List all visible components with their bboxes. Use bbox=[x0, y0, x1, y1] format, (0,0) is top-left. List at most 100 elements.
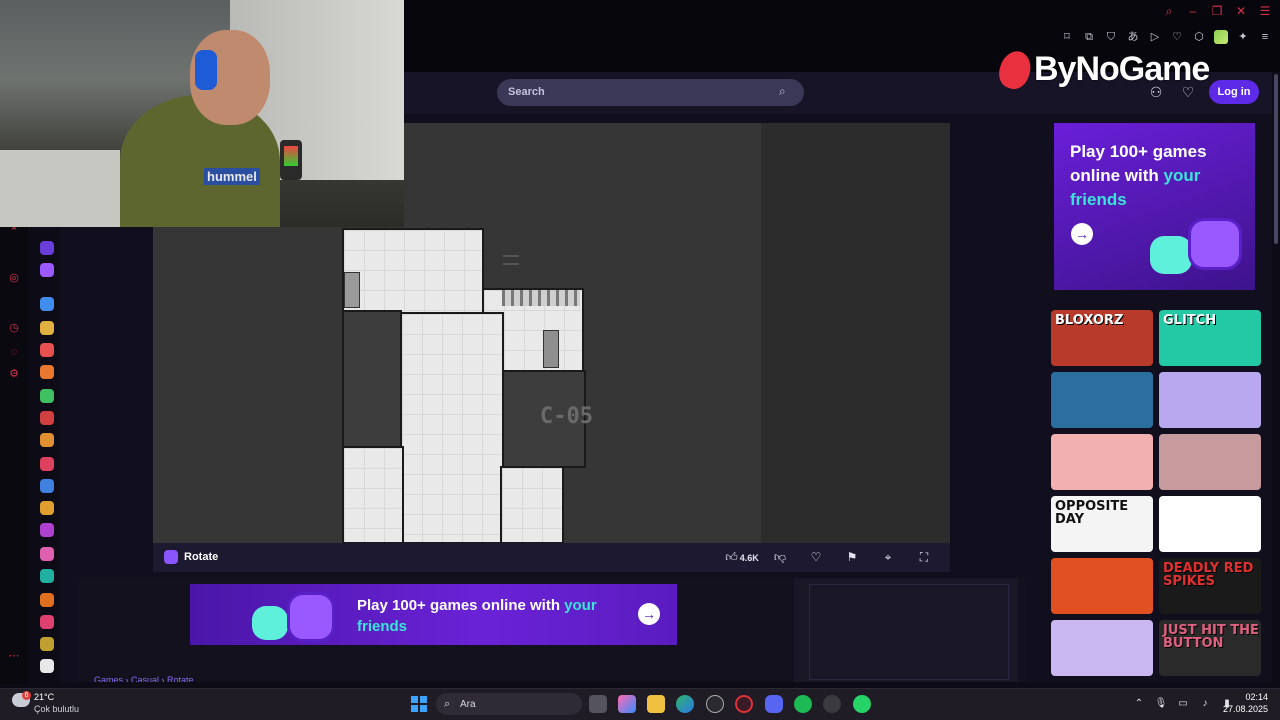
cube-icon[interactable]: ⬡ bbox=[1192, 30, 1206, 44]
category-car-icon[interactable] bbox=[40, 433, 54, 447]
weather-temperature[interactable]: 21°C bbox=[34, 692, 54, 702]
network-icon[interactable]: ▭ bbox=[1176, 697, 1190, 711]
category-multiplayer-icon[interactable] bbox=[40, 263, 54, 277]
theater-button[interactable]: ⌖ bbox=[870, 548, 906, 566]
discord-icon[interactable] bbox=[765, 695, 783, 713]
more-icon[interactable]: ⋯ bbox=[7, 649, 21, 663]
game-thumbnail[interactable] bbox=[1051, 434, 1153, 490]
game-thumbnail[interactable]: GLITCH bbox=[1159, 310, 1261, 366]
task-view-icon[interactable] bbox=[589, 695, 607, 713]
fullscreen-button[interactable]: ⛶ bbox=[906, 548, 942, 566]
mascot-icon bbox=[252, 606, 288, 640]
spotify-icon[interactable] bbox=[794, 695, 812, 713]
menu-icon[interactable]: ☰ bbox=[1258, 4, 1272, 18]
minimize-icon[interactable]: – bbox=[1186, 4, 1200, 18]
screenshot-icon[interactable]: ⧉ bbox=[1082, 30, 1096, 44]
exit-door bbox=[344, 272, 360, 308]
category-shooting-icon[interactable] bbox=[40, 411, 54, 425]
chat-icon[interactable]: ◌ bbox=[7, 345, 21, 359]
chevron-up-icon[interactable]: ⌃ bbox=[1132, 697, 1146, 711]
edge-icon[interactable] bbox=[676, 695, 694, 713]
heart-icon[interactable]: ♡ bbox=[1170, 30, 1184, 44]
weather-badge: 6 bbox=[22, 691, 31, 700]
arrow-right-icon[interactable]: → bbox=[1071, 223, 1093, 245]
category-gun-icon[interactable] bbox=[40, 637, 54, 651]
game-thumbnail[interactable] bbox=[1051, 558, 1153, 614]
category-girls-icon[interactable] bbox=[40, 547, 54, 561]
shield-icon[interactable]: ⛉ bbox=[1104, 30, 1118, 44]
category-puzzle-icon[interactable] bbox=[40, 569, 54, 583]
opera-gx-icon[interactable] bbox=[735, 695, 753, 713]
category-board-icon[interactable] bbox=[40, 593, 54, 607]
translate-icon[interactable]: あ bbox=[1126, 30, 1140, 44]
favorites-heart-icon[interactable]: ♡ bbox=[1178, 82, 1198, 102]
category-card-icon[interactable] bbox=[40, 457, 54, 471]
file-explorer-icon[interactable] bbox=[647, 695, 665, 713]
bookmark-icon[interactable]: ⌑ bbox=[1060, 30, 1074, 44]
level-floor-area bbox=[342, 446, 404, 544]
game-thumbnail[interactable] bbox=[1159, 496, 1261, 552]
taskbar-search[interactable] bbox=[436, 693, 582, 715]
category-sports-icon[interactable] bbox=[40, 365, 54, 379]
game-thumbnail[interactable]: JUST HIT THE BUTTON bbox=[1159, 620, 1261, 676]
whatsapp-icon[interactable] bbox=[853, 695, 871, 713]
clock-time[interactable]: 02:14 bbox=[1240, 692, 1268, 702]
category-sidebar bbox=[34, 225, 60, 685]
maximize-icon[interactable]: ❐ bbox=[1210, 4, 1224, 18]
game-thumbnail[interactable]: BLOXORZ bbox=[1051, 310, 1153, 366]
game-thumbnail[interactable]: DEADLY RED SPIKES bbox=[1159, 558, 1261, 614]
close-icon[interactable]: ✕ bbox=[1234, 4, 1248, 18]
report-button[interactable]: ⚑ bbox=[834, 548, 870, 566]
category-2player-icon[interactable] bbox=[40, 297, 54, 311]
category-io-icon[interactable] bbox=[40, 389, 54, 403]
menu-icon[interactable]: ≡ bbox=[1258, 30, 1272, 44]
dislike-button[interactable]: 👎︎ bbox=[762, 548, 798, 566]
window-controls: ⌕ – ❐ ✕ ☰ bbox=[1162, 4, 1272, 18]
windows-start-icon[interactable] bbox=[411, 696, 427, 712]
category-all-icon[interactable] bbox=[40, 241, 54, 255]
weather-description[interactable]: Çok bulutlu bbox=[34, 704, 79, 714]
copilot-icon[interactable] bbox=[618, 695, 636, 713]
puzzle-icon[interactable]: ✦ bbox=[1236, 30, 1250, 44]
category-adventure-icon[interactable] bbox=[40, 343, 54, 357]
category-music-icon[interactable] bbox=[40, 615, 54, 629]
game-thumbnail[interactable] bbox=[1159, 372, 1261, 428]
settings-icon[interactable]: ⚙ bbox=[7, 367, 21, 381]
chevron-up-icon[interactable]: ⌃ bbox=[7, 225, 21, 239]
game-thumbnail-label: BLOXORZ bbox=[1055, 313, 1124, 328]
ad-bottom-line2: friends bbox=[357, 618, 408, 635]
category-skill-icon[interactable] bbox=[40, 479, 54, 493]
friends-icon[interactable]: ⚇ bbox=[1146, 82, 1166, 102]
player-icon[interactable]: ◎ bbox=[7, 271, 21, 285]
search-icon[interactable]: ⌕ bbox=[1162, 4, 1176, 18]
game-thumbnail[interactable] bbox=[1051, 372, 1153, 428]
history-icon[interactable]: ◷ bbox=[7, 321, 21, 335]
game-thumbnail[interactable]: OPPOSITE DAY bbox=[1051, 496, 1153, 552]
category-action-icon[interactable] bbox=[40, 321, 54, 335]
category-arcade-icon[interactable] bbox=[40, 501, 54, 515]
steam-icon[interactable] bbox=[823, 695, 841, 713]
microphone-icon[interactable]: 🎙︎ bbox=[1154, 697, 1168, 711]
ad-bottom-text: Play 100+ games online with your friends bbox=[357, 595, 597, 637]
category-horror-icon[interactable] bbox=[40, 659, 54, 673]
dell-icon[interactable] bbox=[706, 695, 724, 713]
like-button[interactable]: 👍︎ 4.6K bbox=[722, 548, 762, 566]
clock-date[interactable]: 27.08.2025 bbox=[1222, 704, 1268, 714]
game-thumbnail[interactable] bbox=[1159, 434, 1261, 490]
game-thumbnail[interactable] bbox=[1051, 620, 1153, 676]
category-casual-icon[interactable] bbox=[40, 523, 54, 537]
game-logo-icon bbox=[164, 550, 178, 564]
game-title: Rotate bbox=[184, 551, 219, 563]
play-icon[interactable]: ▷ bbox=[1148, 30, 1162, 44]
arrow-right-icon[interactable]: → bbox=[638, 603, 660, 625]
crosshair-icon: ⌖ bbox=[884, 550, 892, 564]
likes-count: 4.6K bbox=[739, 553, 759, 563]
favorite-button[interactable]: ♡ bbox=[798, 548, 834, 566]
scrollbar-thumb[interactable] bbox=[1274, 74, 1278, 244]
login-button[interactable]: Log in bbox=[1209, 80, 1259, 104]
extension-icon[interactable] bbox=[1214, 30, 1228, 44]
game-thumbnail-label: JUST HIT THE BUTTON bbox=[1163, 623, 1259, 651]
volume-icon[interactable]: ♪ bbox=[1198, 697, 1212, 711]
menu-lines-icon[interactable] bbox=[503, 255, 519, 265]
search-icon[interactable]: ⌕ bbox=[779, 84, 793, 98]
